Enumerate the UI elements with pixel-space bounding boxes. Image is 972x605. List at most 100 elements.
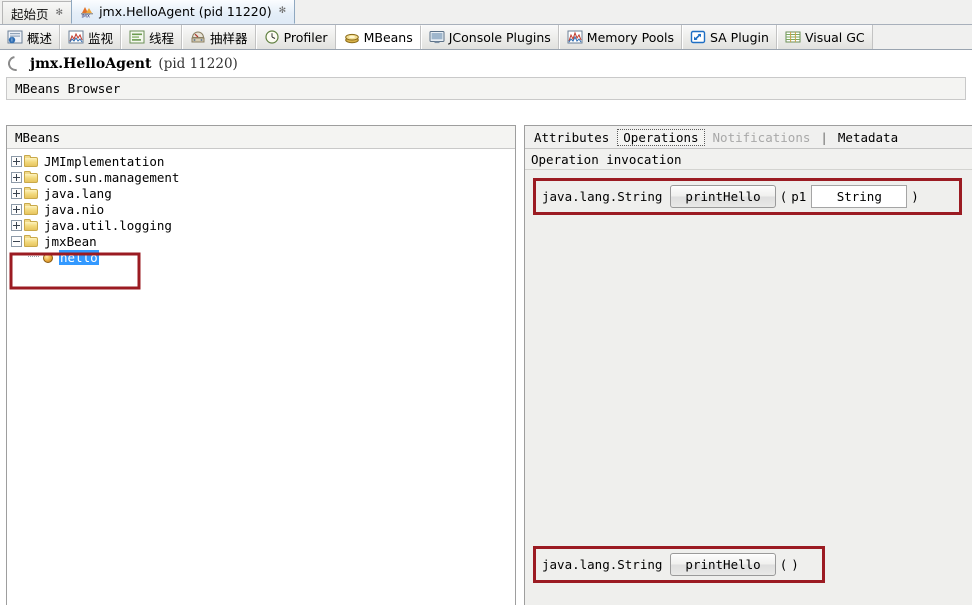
tree-node-label: JMImplementation: [44, 153, 165, 169]
folder-icon: [24, 234, 39, 248]
folder-icon: [24, 202, 39, 216]
mbeans-browser-label: MBeans Browser: [15, 81, 121, 96]
tab-visual-gc[interactable]: Visual GC: [776, 25, 873, 49]
open-paren: (: [779, 189, 788, 204]
overview-icon: i: [7, 30, 23, 44]
profiler-icon: [264, 30, 280, 44]
expander-minus-icon[interactable]: [11, 235, 22, 247]
page-title-pid: (pid 11220): [158, 55, 238, 72]
tab-sa-plugin[interactable]: SA Plugin: [681, 25, 777, 49]
tab-label: 监视: [88, 30, 114, 46]
tab-mbeans[interactable]: MBeans: [335, 25, 421, 49]
tree-node-java-lang[interactable]: java.lang: [11, 185, 515, 201]
document-tab-jmx-helloagent[interactable]: JMX jmx.HelloAgent (pid 11220) ✻: [71, 0, 296, 24]
operations-body: java.lang.String printHello ( p1 ) java.…: [525, 170, 972, 605]
tree-node-hello[interactable]: hello: [28, 249, 515, 265]
tree-connector: [28, 256, 39, 258]
close-paren: ): [911, 189, 919, 204]
mbeans-caption-label: MBeans: [15, 129, 61, 145]
tree-node-jmxbean[interactable]: jmxBean: [11, 233, 515, 249]
tree-node-java-util-logging[interactable]: java.util.logging: [11, 217, 515, 233]
document-tab-label: jmx.HelloAgent (pid 11220): [99, 4, 272, 19]
tree-node-label: com.sun.management: [44, 169, 180, 185]
operations-bottom-wrap: java.lang.String printHello ( ): [533, 546, 962, 605]
tab-label: Profiler: [283, 29, 328, 45]
tab-threads[interactable]: 线程: [121, 25, 183, 49]
annotation-box-operation-no-param: java.lang.String printHello ( ): [533, 546, 825, 583]
tab-label: 线程: [149, 30, 175, 46]
tab-attributes[interactable]: Attributes: [528, 129, 615, 146]
mbeans-tree-panel: MBeans JMImplementation com.sun.manageme…: [6, 125, 516, 605]
visualgc-icon: [785, 30, 801, 44]
folder-icon: [24, 170, 39, 184]
operation-invocation-caption: Operation invocation: [525, 149, 972, 170]
folder-icon: [24, 186, 39, 200]
expander-plus-icon[interactable]: [11, 155, 22, 167]
tab-label: JConsole Plugins: [448, 29, 551, 45]
main-split-pane: MBeans JMImplementation com.sun.manageme…: [6, 125, 972, 605]
sampler-icon: [190, 30, 206, 44]
tab-sampler[interactable]: 抽样器: [182, 25, 256, 49]
operation-invoke-button-printhello-param[interactable]: printHello: [670, 185, 776, 208]
operation-row-printhello-noparam: java.lang.String printHello ( ): [542, 553, 803, 576]
tree-node-jmimplementation[interactable]: JMImplementation: [11, 153, 515, 169]
operation-invoke-button-printhello-noparam[interactable]: printHello: [670, 553, 776, 576]
document-tab-label: 起始页: [11, 6, 49, 22]
tree-node-label: hello: [59, 249, 99, 265]
expander-plus-icon[interactable]: [11, 171, 22, 183]
page-title-bar: jmx.HelloAgent (pid 11220): [0, 50, 972, 77]
svg-text:JMX: JMX: [81, 14, 90, 18]
operation-return-type: java.lang.String: [542, 189, 663, 204]
tree-node-java-nio[interactable]: java.nio: [11, 201, 515, 217]
tab-overview[interactable]: i 概述: [0, 25, 61, 49]
detail-tab-bar: Attributes Operations Notifications | Me…: [525, 126, 972, 149]
jconsole-icon: [429, 30, 445, 44]
tree-node-label: java.nio: [44, 201, 105, 217]
tab-label: Visual GC: [804, 29, 865, 45]
open-paren: (: [779, 557, 788, 572]
mbeans-browser-band: MBeans Browser: [6, 77, 966, 100]
bean-icon: [41, 251, 55, 264]
document-tab-start-page[interactable]: 起始页 ✻: [2, 1, 73, 24]
operations-spacer: [533, 215, 962, 546]
tree-node-label: java.lang: [44, 185, 112, 201]
close-icon[interactable]: ✻: [54, 8, 66, 18]
threads-icon: [129, 30, 145, 44]
split-divider[interactable]: [516, 125, 524, 605]
jmx-icon: JMX: [80, 5, 94, 20]
mbeans-tree[interactable]: JMImplementation com.sun.management java…: [7, 149, 515, 605]
expander-plus-icon[interactable]: [11, 203, 22, 215]
tab-label: SA Plugin: [709, 29, 769, 45]
monitor-icon: [68, 30, 84, 44]
annotation-box-operation-with-param: java.lang.String printHello ( p1 ): [533, 178, 962, 215]
operation-invocation-label: Operation invocation: [531, 151, 682, 167]
operation-param-input-p1[interactable]: [811, 185, 908, 208]
tab-separator: |: [820, 129, 828, 145]
tab-metadata[interactable]: Metadata: [832, 129, 904, 146]
tree-node-label: jmxBean: [44, 233, 97, 249]
tab-label: MBeans: [363, 30, 413, 45]
mbeans-icon: [344, 31, 360, 45]
operation-return-type: java.lang.String: [542, 557, 663, 572]
expander-plus-icon[interactable]: [11, 187, 22, 199]
svg-text:i: i: [11, 38, 12, 44]
tree-node-com-sun-management[interactable]: com.sun.management: [11, 169, 515, 185]
folder-icon: [24, 218, 39, 232]
tab-notifications: Notifications: [712, 129, 811, 145]
tab-memory-pools[interactable]: Memory Pools: [558, 25, 682, 49]
tab-monitor[interactable]: 监视: [60, 25, 122, 49]
tab-jconsole-plugins[interactable]: JConsole Plugins: [420, 25, 559, 49]
memory-icon: [567, 30, 583, 44]
tab-operations[interactable]: Operations: [617, 128, 705, 146]
close-icon[interactable]: ✻: [277, 7, 289, 16]
tab-label: 抽样器: [210, 30, 248, 46]
view-tab-bar: i 概述 监视 线程 抽样器 Profiler MBeans JConsole …: [0, 25, 972, 50]
document-tab-bar: 起始页 ✻ JMX jmx.HelloAgent (pid 11220) ✻: [0, 0, 972, 25]
mbeans-panel-caption: MBeans: [7, 126, 515, 149]
tab-profiler[interactable]: Profiler: [255, 25, 336, 49]
operation-row-printhello-param: java.lang.String printHello ( p1 ): [542, 185, 923, 208]
page-title: jmx.HelloAgent: [30, 55, 152, 72]
folder-icon: [24, 154, 39, 168]
mbean-detail-panel: Attributes Operations Notifications | Me…: [524, 125, 972, 605]
expander-plus-icon[interactable]: [11, 219, 22, 231]
